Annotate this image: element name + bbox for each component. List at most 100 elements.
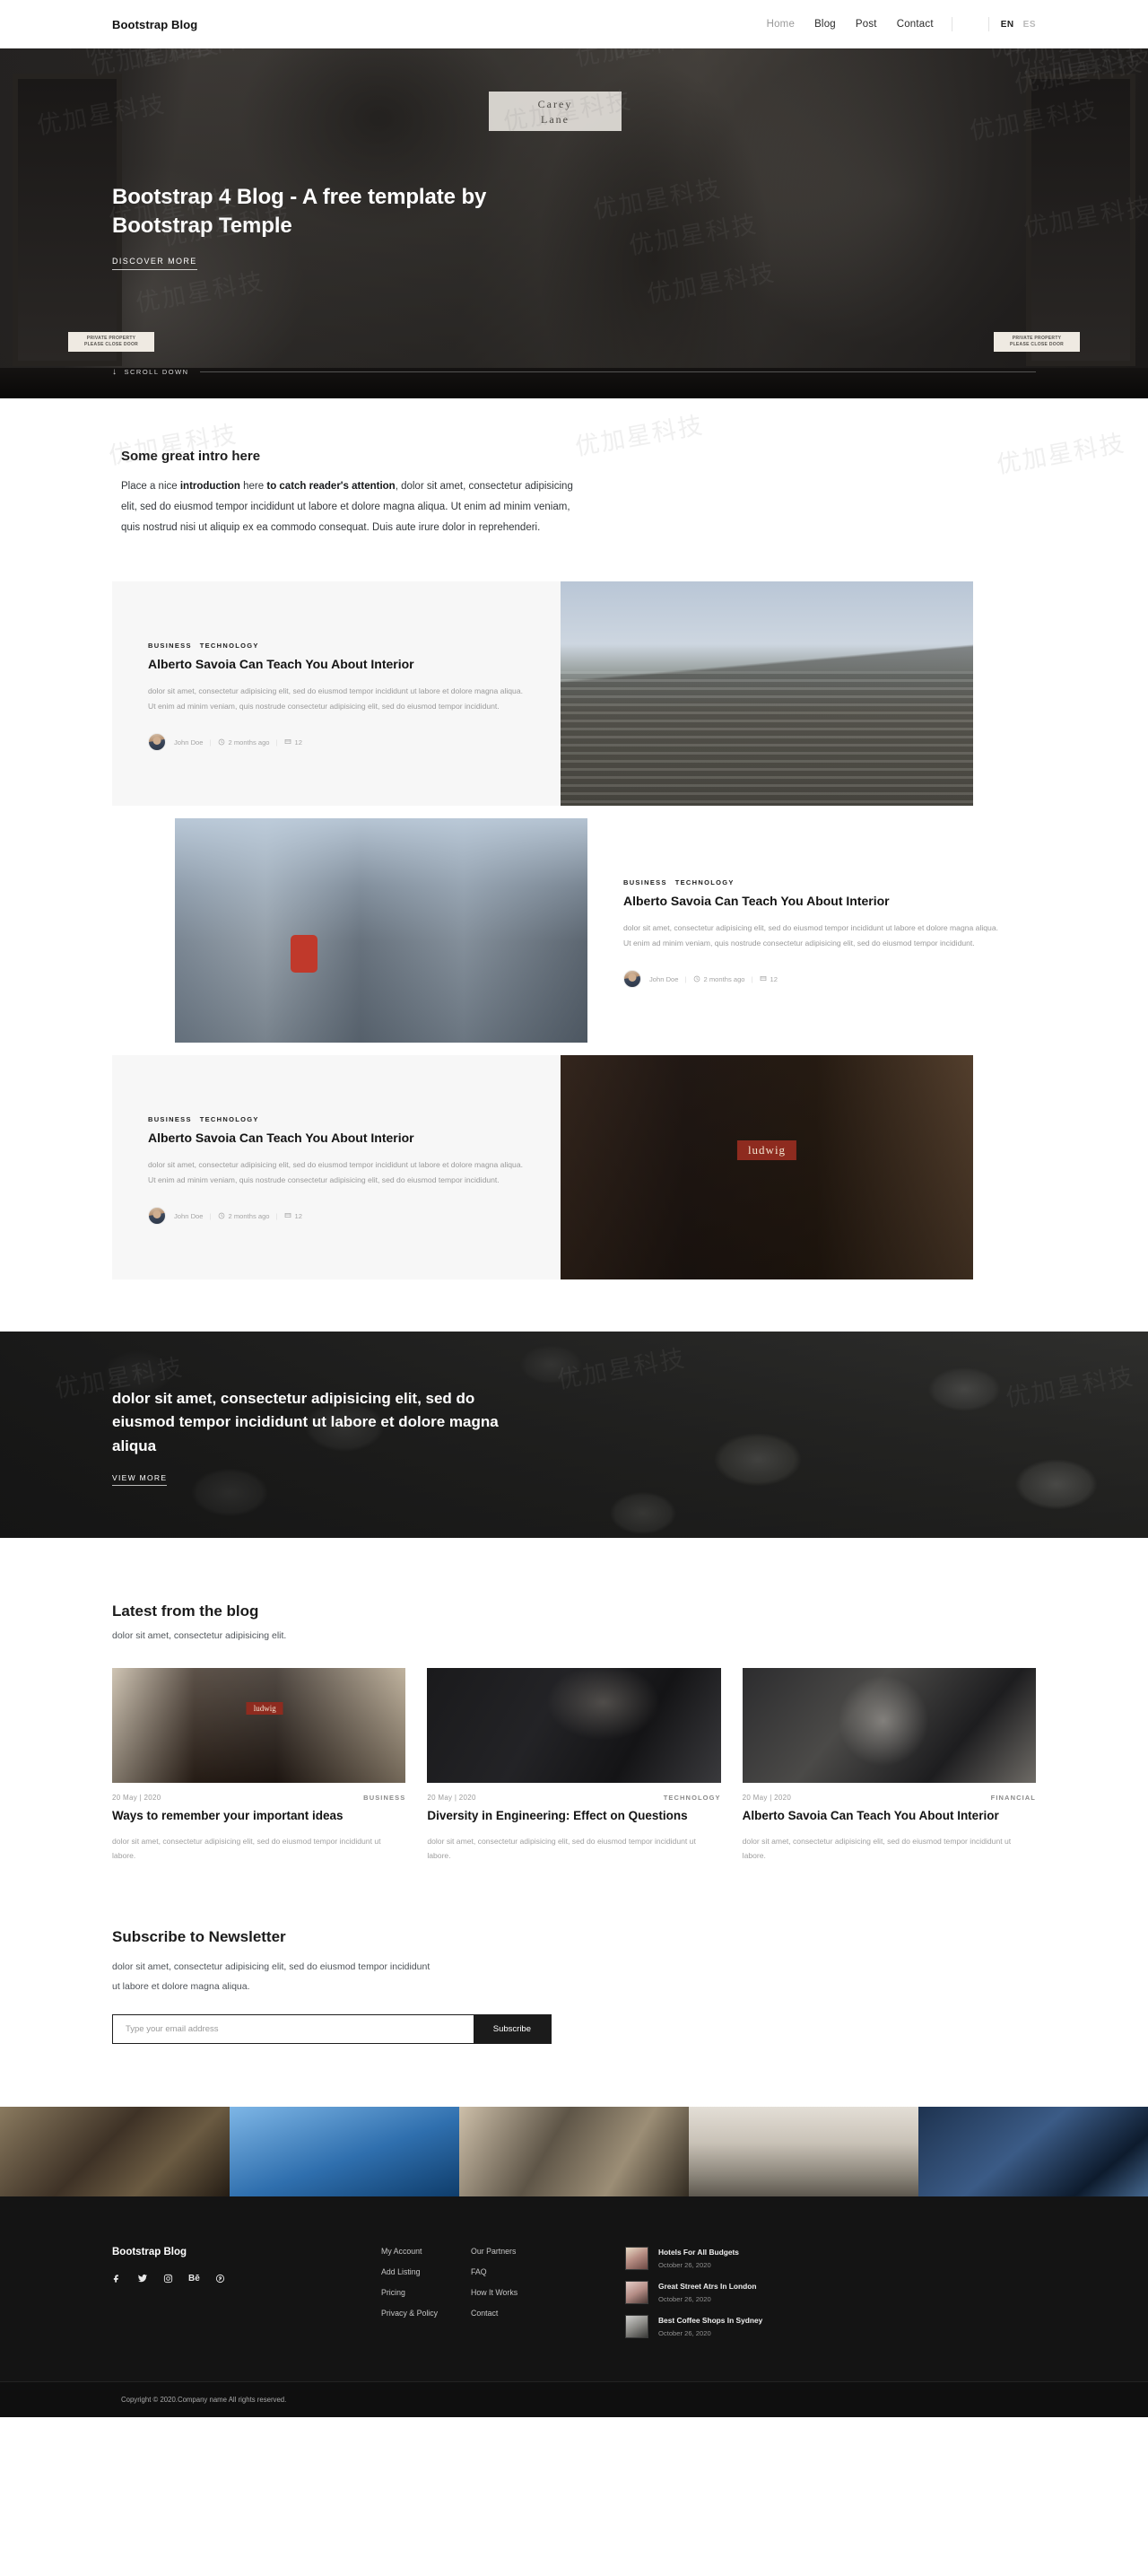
featured-post-1-meta: John Doe | 2 months ago | 12: [148, 733, 525, 752]
pinterest-icon[interactable]: [215, 2274, 225, 2283]
footer-post-1-title: Hotels For All Budgets: [658, 2247, 739, 2257]
featured-post-2-image[interactable]: [175, 818, 587, 1043]
nav-item-contact[interactable]: Contact: [887, 19, 944, 30]
footer-link-how-it-works[interactable]: How It Works: [471, 2288, 561, 2297]
gallery-image-1[interactable]: [0, 2106, 230, 2196]
gallery-image-5[interactable]: [918, 2106, 1148, 2196]
nav-divider-2: [987, 17, 989, 31]
category-business[interactable]: BUSINESS: [148, 1115, 192, 1123]
footer-recent-posts: Hotels For All Budgets October 26, 2020 …: [625, 2246, 762, 2338]
view-more-button[interactable]: VIEW MORE: [112, 1473, 168, 1487]
gallery-image-4[interactable]: [689, 2106, 918, 2196]
copyright-text: Copyright © 2020.Company name All rights…: [121, 2395, 287, 2404]
blog-card-2-image[interactable]: [427, 1668, 721, 1783]
post-time: 2 months ago: [218, 738, 270, 747]
email-input[interactable]: [113, 2014, 474, 2043]
featured-post-2-meta: John Doe | 2 months ago | 12: [623, 970, 1000, 989]
nav-item-post[interactable]: Post: [846, 19, 887, 30]
blog-card-2-title[interactable]: Diversity in Engineering: Effect on Ques…: [427, 1808, 720, 1824]
blog-card-1-image[interactable]: [112, 1668, 406, 1783]
category-technology[interactable]: TECHNOLOGY: [200, 642, 259, 650]
featured-post-3-excerpt: dolor sit amet, consectetur adipisicing …: [148, 1160, 523, 1184]
footer-link-faq[interactable]: FAQ: [471, 2267, 561, 2276]
gallery-image-2[interactable]: [230, 2106, 459, 2196]
category-business[interactable]: BUSINESS: [148, 642, 192, 650]
category-business[interactable]: BUSINESS: [623, 878, 667, 886]
footer-link-my-account[interactable]: My Account: [381, 2247, 471, 2256]
meta-divider-2: |: [751, 974, 753, 983]
category-technology[interactable]: TECHNOLOGY: [200, 1115, 259, 1123]
nav-item-blog[interactable]: Blog: [804, 19, 846, 30]
author-name[interactable]: John Doe: [174, 1212, 204, 1220]
social-links: Bē: [112, 2274, 381, 2283]
featured-post-1-title[interactable]: Alberto Savoia Can Teach You About Inter…: [148, 656, 525, 672]
blog-card-3-image[interactable]: [742, 1668, 1036, 1783]
subscribe-button[interactable]: Subscribe: [473, 2014, 551, 2043]
newsletter-section: Subscribe to Newsletter dolor sit amet, …: [0, 13, 1148, 2107]
instagram-icon[interactable]: [163, 2274, 173, 2283]
hero-window-frame-right: [1026, 74, 1135, 366]
footer-post-3[interactable]: Best Coffee Shops In Sydney October 26, …: [625, 2314, 762, 2338]
author-name[interactable]: John Doe: [174, 738, 204, 747]
twitter-icon[interactable]: [137, 2274, 148, 2283]
footer-link-add-listing[interactable]: Add Listing: [381, 2267, 471, 2276]
footer-post-2-title: Great Street Atrs In London: [658, 2281, 757, 2291]
featured-post-3[interactable]: BUSINESS TECHNOLOGY Alberto Savoia Can Te…: [112, 1055, 1036, 1279]
blog-card-3-title[interactable]: Alberto Savoia Can Teach You About Inter…: [743, 1808, 1036, 1824]
lang-en[interactable]: EN: [1001, 20, 1014, 30]
promo-banner: dolor sit amet, consectetur adipisicing …: [0, 1332, 1148, 1538]
clock-icon: [693, 975, 700, 982]
featured-posts-section: BUSINESS TECHNOLOGY Alberto Savoia Can Te…: [0, 0, 1148, 1332]
footer-link-privacy-policy[interactable]: Privacy & Policy: [381, 2309, 471, 2318]
featured-post-1-categories: BUSINESS TECHNOLOGY: [148, 642, 525, 650]
footer-post-2-date: October 26, 2020: [658, 2294, 711, 2303]
gallery-image-3[interactable]: [459, 2106, 689, 2196]
blog-card-1-category[interactable]: BUSINESS: [363, 1794, 405, 1802]
featured-post-3-image[interactable]: [561, 1055, 973, 1279]
search-button[interactable]: [961, 14, 980, 34]
facebook-icon[interactable]: [112, 2274, 122, 2283]
nav-item-home[interactable]: Home: [757, 19, 804, 30]
blog-card-1-date: 20 May | 2020: [112, 1794, 161, 1802]
footer-link-our-partners[interactable]: Our Partners: [471, 2247, 561, 2256]
discover-more-button[interactable]: DISCOVER MORE: [112, 257, 197, 271]
featured-post-2-title[interactable]: Alberto Savoia Can Teach You About Inter…: [623, 893, 1000, 909]
blog-card-2[interactable]: 20 May | 2020 TECHNOLOGY Diversity in En…: [427, 1668, 721, 1864]
blog-card-3-category[interactable]: FINANCIAL: [991, 1794, 1036, 1802]
footer-post-2[interactable]: Great Street Atrs In London October 26, …: [625, 2280, 762, 2304]
featured-post-3-title[interactable]: Alberto Savoia Can Teach You About Inter…: [148, 1130, 525, 1146]
site-brand[interactable]: Bootstrap Blog: [112, 18, 197, 31]
scroll-down-indicator[interactable]: ↓ SCROLL DOWN: [0, 367, 1148, 377]
featured-post-1[interactable]: BUSINESS TECHNOLOGY Alberto Savoia Can Te…: [112, 581, 1036, 806]
blog-card-3-date: 20 May | 2020: [742, 1794, 792, 1802]
newsletter-text: dolor sit amet, consectetur adipisicing …: [112, 1960, 430, 1993]
post-comments: 12: [760, 975, 778, 983]
footer-link-pricing[interactable]: Pricing: [381, 2288, 471, 2297]
blog-card-1[interactable]: 20 May | 2020 BUSINESS Ways to remember …: [112, 1668, 406, 1864]
footer-post-3-date: October 26, 2020: [658, 2328, 711, 2337]
blog-card-1-title[interactable]: Ways to remember your important ideas: [112, 1808, 405, 1824]
arrow-down-icon: ↓: [112, 367, 118, 377]
newsletter-heading: Subscribe to Newsletter: [112, 1927, 286, 1945]
scroll-down-label: SCROLL DOWN: [124, 368, 189, 376]
footer-link-contact[interactable]: Contact: [471, 2309, 561, 2318]
language-switcher: EN ES: [997, 20, 1036, 30]
intro-bold-2: to catch reader's attention: [266, 481, 396, 492]
featured-post-2[interactable]: BUSINESS TECHNOLOGY Alberto Savoia Can Te…: [112, 818, 1036, 1043]
category-technology[interactable]: TECHNOLOGY: [675, 878, 735, 886]
latest-blog-section: Latest from the blog dolor sit amet, con…: [0, 22, 1148, 1914]
blog-card-3[interactable]: 20 May | 2020 FINANCIAL Alberto Savoia C…: [742, 1668, 1036, 1864]
footer-post-1[interactable]: Hotels For All Budgets October 26, 2020: [625, 2246, 762, 2270]
scroll-down-rule: [199, 371, 1036, 372]
author-name[interactable]: John Doe: [649, 975, 679, 983]
intro-section: Some great intro here Place a nice intro…: [0, 398, 1148, 581]
blog-card-3-meta: 20 May | 2020 FINANCIAL: [743, 1794, 1036, 1802]
lang-es[interactable]: ES: [1023, 20, 1036, 30]
footer-brand-block: Bootstrap Blog Bē: [112, 2247, 381, 2338]
featured-post-1-image[interactable]: [561, 581, 973, 806]
blog-card-2-category[interactable]: TECHNOLOGY: [664, 1794, 721, 1802]
avatar: [148, 733, 166, 752]
site-header: Bootstrap Blog Home Blog Post Contact EN…: [0, 0, 1148, 48]
behance-icon[interactable]: Bē: [188, 2274, 200, 2283]
clock-icon: [218, 738, 224, 746]
